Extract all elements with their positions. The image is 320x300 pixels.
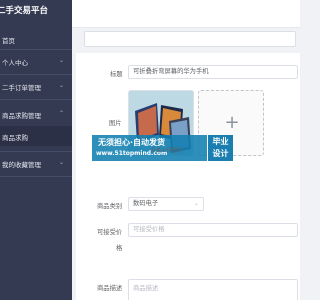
upload-hint: 点击上传图片: [150, 148, 184, 154]
sidebar-item-home[interactable]: 首页: [0, 35, 72, 45]
price-input[interactable]: 可接受价格: [128, 223, 298, 237]
sidebar-subitem-wanted[interactable]: 商品求购: [0, 126, 72, 146]
divider: [0, 99, 72, 100]
plus-icon: +: [224, 112, 240, 133]
chevron-up-icon: ⌃: [58, 110, 64, 117]
title-input[interactable]: 可折叠折弯屏幕的华为手机: [128, 65, 298, 79]
watermark-badge-line2: 设计: [212, 149, 229, 158]
sidebar-item-label: 我的收藏管理: [2, 161, 41, 169]
sidebar-item-wanted-management[interactable]: 商品求购管理 ⌃: [0, 110, 72, 120]
category-label: 商品类别: [97, 203, 123, 210]
chevron-down-icon: ⌄: [58, 82, 64, 89]
watermark-badge-line1: 毕业: [212, 137, 229, 146]
category-select[interactable]: 数码电子 ⌄: [128, 197, 204, 211]
sidebar-item-favorites-management[interactable]: 我的收藏管理 ⌄: [0, 159, 72, 169]
divider: [0, 151, 72, 152]
sidebar-item-label: 个人中心: [2, 59, 28, 67]
price-label-wrap: 格: [116, 245, 123, 252]
sidebar-item-label: 商品求购: [2, 134, 28, 142]
top-header: [72, 0, 300, 28]
category-value: 数码电子: [133, 200, 159, 207]
watermark-badge: 毕业 设计: [208, 135, 233, 161]
description-textarea[interactable]: 商品描述: [128, 279, 298, 300]
sidebar-item-label: 商品求购管理: [2, 112, 41, 120]
breadcrumb-bar[interactable]: [84, 31, 296, 47]
chevron-down-icon: ⌄: [58, 159, 64, 166]
price-label: 可接受价: [97, 229, 123, 236]
divider: [0, 49, 72, 50]
chevron-down-icon: ⌄: [58, 57, 64, 64]
chevron-down-icon: ⌄: [193, 200, 199, 207]
description-label: 商品描述: [97, 285, 123, 292]
sidebar-item-label: 二手订单管理: [2, 84, 41, 92]
image-label: 图片: [109, 120, 122, 127]
divider: [0, 74, 72, 75]
sidebar-item-label: 首页: [2, 37, 15, 45]
title-label: 标题: [110, 71, 123, 78]
sidebar-item-personal-center[interactable]: 个人中心 ⌄: [0, 57, 72, 67]
divider: [0, 176, 72, 177]
app-title: 二手交易平台: [0, 6, 49, 16]
sidebar-item-order-management[interactable]: 二手订单管理 ⌄: [0, 82, 72, 92]
sidebar: 二手交易平台 首页 个人中心 ⌄ 二手订单管理 ⌄ 商品求购管理 ⌃ 商品求购 …: [0, 0, 72, 300]
